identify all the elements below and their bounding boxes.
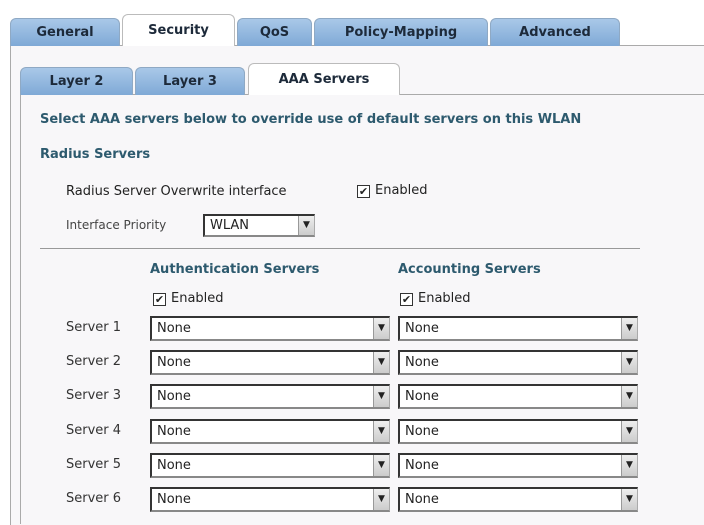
intro-text: Select AAA servers below to override use… — [40, 112, 582, 127]
chevron-down-icon[interactable]: ▼ — [621, 318, 637, 339]
acct-server-value: None — [405, 457, 439, 473]
acct-server-1-select[interactable]: None ▼ — [398, 316, 638, 341]
auth-server-4-select[interactable]: None ▼ — [150, 418, 390, 444]
auth-server-value: None — [157, 457, 191, 473]
radius-heading: Radius Servers — [40, 147, 151, 162]
acct-server-value: None — [405, 355, 439, 371]
server-label: Server 5 — [66, 456, 122, 472]
acct-server-5-select[interactable]: None ▼ — [398, 452, 638, 478]
chevron-down-icon[interactable]: ▼ — [373, 318, 389, 339]
server-label: Server 4 — [66, 422, 122, 438]
auth-enabled-checkbox[interactable]: ✔ Enabled — [153, 291, 224, 306]
overwrite-label: Radius Server Overwrite interface — [66, 184, 287, 199]
acct-server-value: None — [405, 423, 439, 439]
subtab-layer2[interactable]: Layer 2 — [20, 67, 133, 95]
chevron-down-icon[interactable]: ▼ — [373, 454, 389, 476]
chevron-down-icon[interactable]: ▼ — [621, 489, 637, 510]
chevron-down-icon[interactable]: ▼ — [621, 454, 637, 476]
acct-heading: Accounting Servers — [398, 262, 541, 277]
subtab-aaa-servers[interactable]: AAA Servers — [248, 63, 400, 95]
checkbox-icon[interactable]: ✔ — [400, 293, 413, 306]
auth-server-value: None — [157, 389, 191, 405]
acct-server-2-select[interactable]: None ▼ — [398, 350, 638, 376]
subtab-layer3[interactable]: Layer 3 — [135, 67, 245, 95]
chevron-down-icon[interactable]: ▼ — [621, 386, 637, 408]
tab-qos[interactable]: QoS — [237, 18, 312, 46]
acct-server-4-select[interactable]: None ▼ — [398, 418, 638, 444]
auth-server-2-select[interactable]: None ▼ — [150, 350, 390, 376]
auth-heading: Authentication Servers — [150, 262, 320, 277]
tab-security[interactable]: Security — [122, 14, 235, 46]
chevron-down-icon[interactable]: ▼ — [621, 420, 637, 442]
tab-general[interactable]: General — [10, 18, 120, 46]
acct-enabled-label: Enabled — [418, 291, 471, 306]
tab-advanced[interactable]: Advanced — [490, 18, 620, 46]
checkbox-icon[interactable]: ✔ — [357, 185, 370, 198]
server-label: Server 2 — [66, 354, 122, 370]
acct-server-6-select[interactable]: None ▼ — [398, 487, 638, 512]
checkbox-icon[interactable]: ✔ — [153, 293, 166, 306]
auth-server-6-select[interactable]: None ▼ — [150, 487, 390, 512]
divider — [40, 248, 640, 249]
auth-server-value: None — [157, 423, 191, 439]
server-label: Server 1 — [66, 320, 122, 335]
interface-priority-select[interactable]: WLAN ▼ — [203, 214, 315, 237]
priority-value: WLAN — [210, 218, 250, 233]
chevron-down-icon[interactable]: ▼ — [373, 352, 389, 374]
chevron-down-icon[interactable]: ▼ — [373, 489, 389, 510]
server-label: Server 3 — [66, 388, 122, 404]
auth-server-1-select[interactable]: None ▼ — [150, 316, 390, 341]
acct-server-value: None — [405, 492, 439, 507]
chevron-down-icon[interactable]: ▼ — [298, 216, 314, 235]
tab-policy-mapping[interactable]: Policy-Mapping — [314, 18, 488, 46]
chevron-down-icon[interactable]: ▼ — [621, 352, 637, 374]
overwrite-checkbox[interactable]: ✔ Enabled — [357, 183, 428, 198]
server-label: Server 6 — [66, 491, 122, 506]
auth-server-value: None — [157, 321, 191, 336]
auth-server-3-select[interactable]: None ▼ — [150, 384, 390, 410]
chevron-down-icon[interactable]: ▼ — [373, 420, 389, 442]
auth-server-value: None — [157, 492, 191, 507]
acct-enabled-checkbox[interactable]: ✔ Enabled — [400, 291, 471, 306]
auth-enabled-label: Enabled — [171, 291, 224, 306]
auth-server-5-select[interactable]: None ▼ — [150, 452, 390, 478]
auth-server-value: None — [157, 355, 191, 371]
acct-server-value: None — [405, 321, 439, 336]
priority-label: Interface Priority — [66, 218, 167, 232]
chevron-down-icon[interactable]: ▼ — [373, 386, 389, 408]
acct-server-value: None — [405, 389, 439, 405]
overwrite-checkbox-label: Enabled — [375, 183, 428, 198]
acct-server-3-select[interactable]: None ▼ — [398, 384, 638, 410]
